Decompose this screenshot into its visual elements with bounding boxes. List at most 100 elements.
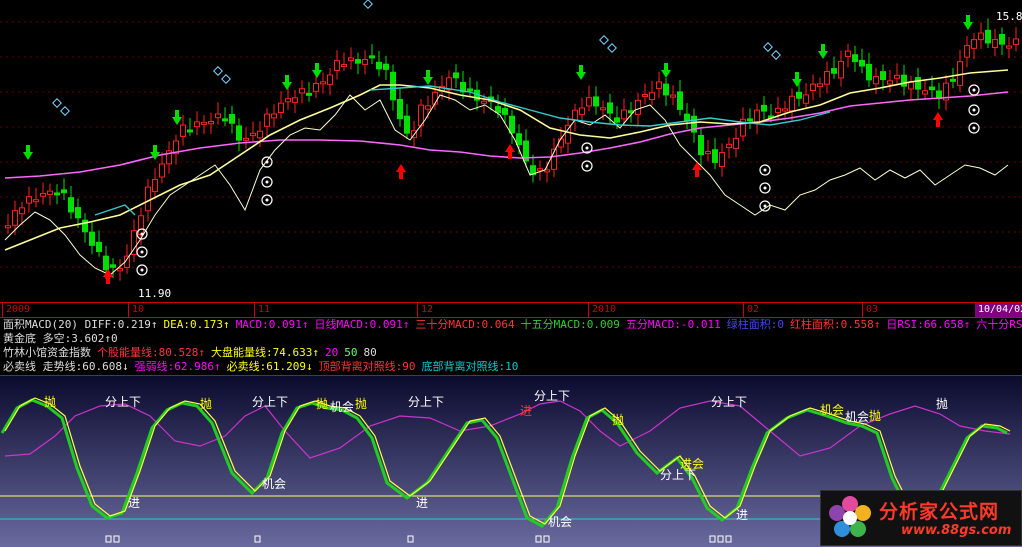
candle-body [782,108,788,112]
candle-body [803,94,809,104]
signal-label: 机会 [548,515,572,529]
candle-body [866,63,872,81]
macd-indicator-row: 面积MACD(20) DIFF:0.219↑ DEA:0.173↑ MACD:0.0… [3,318,1022,331]
circle-marker-dot [972,88,976,92]
signal-label: 进 [416,496,428,510]
signal-label: 抛 [869,408,881,423]
candle-body [467,88,473,92]
candle-body [264,113,270,127]
candle-body [110,264,116,268]
candle-body [376,61,382,70]
signal-label: 抛 [355,396,367,411]
candle-body [495,106,501,114]
signal-label: 分上下 [711,395,747,409]
candle-body [845,50,851,57]
main-candlestick-chart[interactable]: 15.8 11.90 [0,0,1022,302]
indicator-value: DEA:0.173↑ [163,318,230,331]
candle-body [26,196,32,204]
candle-body [390,71,396,101]
indicator-value: 十五分MACD:0.009 [520,318,620,331]
indicator-value: 黄金底 多空:3.602↑0 [3,332,118,345]
buy-arrow-stem [508,152,512,159]
candle-body [271,113,277,119]
indicator-value: MACD:0.091↑ [235,318,309,331]
indicator-value: 五分MACD:-0.011 [625,318,721,331]
site-logo: 分析家公式网 www.88gs.com [820,490,1022,546]
candle-body [348,57,354,62]
circle-marker-dot [140,250,144,254]
sell-arrow-stem [153,145,157,152]
candle-body [705,151,711,155]
signal-label: 进会 [680,457,704,471]
candle-body [362,58,368,65]
candle-body [397,99,403,120]
candle-body [950,78,956,82]
candle-body [425,105,431,110]
indicator-value: 三十分MACD:0.064 [415,318,515,331]
candle-body [635,99,641,115]
candle-body [404,115,410,134]
circle-marker-dot [265,198,269,202]
fund-index-row: 竹林小馆资金指数 个股能量线:80.528↑ 大盘能量线:74.633↑ 20 50 80 [3,346,383,359]
signal-label: 抛 [936,396,948,411]
candle-body [978,32,984,41]
circle-marker-dot [140,268,144,272]
candle-body [915,77,921,90]
signal-label: 抛 [612,412,624,427]
candle-body [747,118,753,122]
circle-marker-dot [140,232,144,236]
candle-body [187,129,193,133]
candle-body [61,189,67,194]
indicator-value: 必卖线 走势线:60.608↓ [3,360,129,373]
signal-label: 进 [520,404,532,418]
candle-body [810,83,816,92]
candle-body [194,121,200,128]
logo-title: 分析家公式网 [879,501,1000,523]
circle-marker-dot [972,108,976,112]
candle-body [761,104,767,112]
indicator-value: 强弱线:62.986↑ [134,360,221,373]
candle-body [117,268,123,272]
candle-body [824,71,830,85]
sell-arrow-icon [282,82,292,90]
high-price-label: 15.8 [996,10,1022,23]
candle-body [229,113,235,124]
candle-body [929,86,935,91]
candle-body [89,231,95,246]
golden-bottom-row: 黄金底 多空:3.602↑0 [3,332,124,345]
sell-arrow-icon [312,70,322,78]
indicator-value: 红柱面积:0.558↑ [789,318,881,331]
candle-body [621,109,627,120]
candle-body [243,137,249,141]
x-tick-label: 11 [254,303,270,317]
candle-body [971,39,977,49]
circle-marker-dot [265,180,269,184]
buy-arrow-icon [933,112,943,120]
circle-marker-dot [763,168,767,172]
candle-body [152,179,158,193]
signal-label: 机会 [820,403,844,417]
candle-body [334,60,340,71]
candle-body [733,137,739,150]
candle-body [964,45,970,58]
indicator-value: 50 [344,346,358,359]
diamond-marker-icon [599,35,609,45]
date-axis: 2009 10 11 12 2010 02 03 10/04/02 [0,302,1022,318]
indicator-value: 日RSI:66.658↑ [886,318,971,331]
stock-chart-window: 15.8 11.90 2009 10 11 12 2010 02 03 10/0… [0,0,1022,547]
candle-body [726,143,732,149]
candle-body [593,96,599,107]
candle-body [586,97,592,107]
x-tick-label: 12 [417,303,433,317]
candle-body [516,133,522,145]
circle-marker-dot [972,126,976,130]
candle-body [894,74,900,79]
indicator-value: 大盘能量线:74.633↑ [210,346,319,359]
diamond-marker-icon [771,50,781,60]
candle-body [880,71,886,81]
candle-body [838,60,844,79]
candle-body [369,55,375,59]
x-tick-label: 2009 [2,303,30,317]
candle-body [159,163,165,178]
candle-body [614,117,620,123]
